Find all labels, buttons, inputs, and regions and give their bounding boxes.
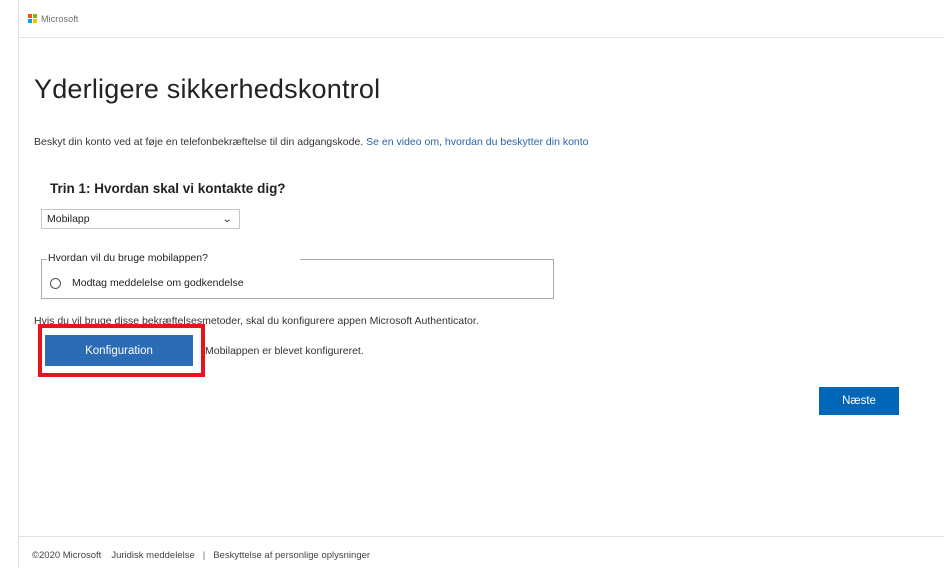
microsoft-logo: Microsoft (28, 14, 78, 24)
brand-name: Microsoft (41, 14, 79, 24)
notification-radio-label[interactable]: Modtag meddelelse om godkendelse (72, 277, 244, 289)
video-link[interactable]: Se en video om, hvordan du beskytter din… (366, 136, 588, 148)
usage-legend: Hvordan vil du bruge mobilappen? (48, 252, 208, 264)
step-heading: Trin 1: Hvordan skal vi kontakte dig? (50, 181, 286, 196)
configuration-button[interactable]: Konfiguration (45, 335, 193, 366)
intro-text: Beskyt din konto ved at føje en telefonb… (34, 136, 364, 148)
footer-separator: | (202, 550, 206, 561)
footer: ©2020 Microsoft Juridisk meddelelse | Be… (32, 550, 370, 561)
notification-radio[interactable] (50, 278, 61, 289)
privacy-link[interactable]: Beskyttelse af personlige oplysninger (213, 550, 370, 561)
next-button[interactable]: Næste (819, 387, 899, 415)
intro-paragraph: Beskyt din konto ved at føje en telefonb… (34, 136, 589, 148)
copyright-text: ©2020 Microsoft (32, 550, 102, 561)
legal-notice-link[interactable]: Juridisk meddelelse (111, 550, 194, 561)
page-title: Yderligere sikkerhedskontrol (34, 74, 381, 104)
contact-method-value: Mobilapp (47, 213, 90, 225)
configured-status-text: Mobilappen er blevet konfigureret. (205, 345, 364, 357)
header: Microsoft (18, 0, 944, 38)
left-border (18, 0, 19, 568)
contact-method-select[interactable]: Mobilapp ⌄ (41, 209, 240, 229)
microsoft-logo-icon (28, 14, 38, 24)
chevron-down-icon: ⌄ (221, 213, 233, 225)
authenticator-help-text: Hvis du vil bruge disse bekræftelsesmeto… (34, 315, 479, 327)
footer-divider (18, 536, 944, 537)
